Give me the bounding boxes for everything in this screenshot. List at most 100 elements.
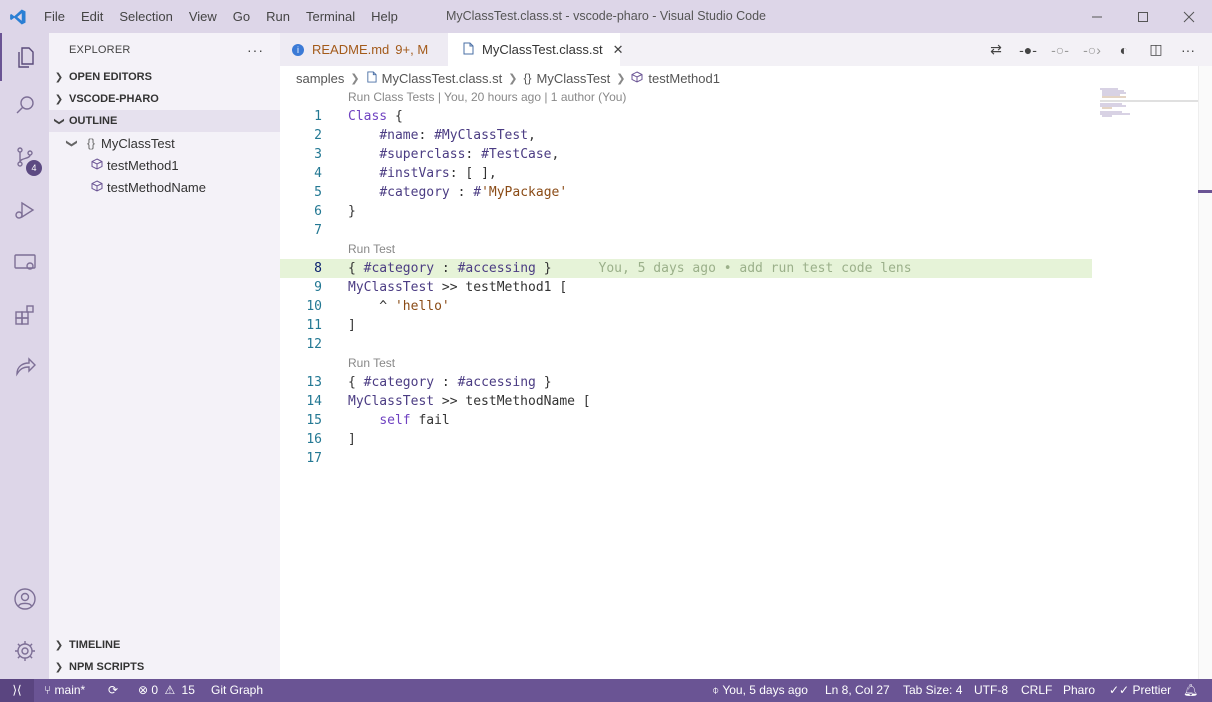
section-label: OUTLINE [69,115,118,127]
maximize-button[interactable] [1120,0,1166,33]
method-cube-icon [631,70,643,86]
live-share-icon[interactable] [0,342,49,390]
tab-readme[interactable]: i README.md 9+, M [280,33,448,66]
code-line: 13{ #category : #accessing } [306,375,552,390]
remote-explorer-icon[interactable] [0,239,49,287]
menu-terminal[interactable]: Terminal [298,0,363,33]
breadcrumb-method[interactable]: testMethod1 [648,71,720,86]
code-line: 16] [306,432,356,447]
method-cube-icon [87,157,107,173]
breadcrumb-class[interactable]: MyClassTest [537,71,611,86]
section-npm-scripts[interactable]: ❯ NPM SCRIPTS [49,656,280,678]
source-control-icon[interactable]: 4 [0,133,49,181]
accounts-icon[interactable] [0,575,49,623]
blame-indicator[interactable]: ⌽ You, 5 days ago [712,679,808,702]
vscode-logo-icon [0,0,36,33]
code-line: 10 ^ 'hello' [306,299,450,314]
section-label: VSCODE-PHARO [69,93,159,105]
tab-label: README.md [312,42,390,57]
git-graph-button[interactable]: Git Graph [211,679,263,702]
scm-badge: 4 [26,160,42,176]
minimap[interactable] [1100,88,1198,128]
chevron-right-icon: ❯ [350,72,360,85]
menu-selection[interactable]: Selection [111,0,180,33]
outline-item-class[interactable]: ❯ {} MyClassTest [49,132,280,154]
chevron-right-icon: ❯ [54,639,64,651]
menu-go[interactable]: Go [225,0,258,33]
chevron-down-icon: ❯ [65,138,78,148]
codelens-run-test[interactable]: Run Test [348,356,395,370]
prettier-indicator[interactable]: ✓✓ Prettier [1109,679,1171,702]
code-line: 12 [306,337,322,352]
warning-count: 15 [181,683,195,697]
language-mode[interactable]: Pharo [1063,679,1095,702]
section-outline[interactable]: ❯ OUTLINE [49,110,280,132]
menu-bar: File Edit Selection View Go Run Terminal… [36,0,406,33]
section-project[interactable]: ❯ VSCODE-PHARO [49,88,280,110]
editor-actions: ⇄ -●- -○- -○› ◐ ◫ ··· [980,33,1212,66]
method-cube-icon [87,179,107,195]
settings-gear-icon[interactable] [0,627,49,675]
codelens-class[interactable]: Run Class Tests | You, 20 hours ago | 1 … [348,90,626,104]
problems-indicator[interactable]: ⊗ 0 ⚠ 15 [138,679,195,702]
chevron-right-icon: ❯ [616,72,626,85]
notifications-bell-icon[interactable]: 🔔︎ [1183,679,1198,702]
previous-change-icon[interactable]: -○- [1044,42,1076,58]
split-editor-icon[interactable]: ◫ [1140,41,1172,58]
section-timeline[interactable]: ❯ TIMELINE [49,634,280,656]
editor-area: i README.md 9+, M MyClassTest.class.st ✕… [280,33,1212,679]
chevron-right-icon: ❯ [54,93,64,105]
vertical-scrollbar[interactable] [1198,66,1212,679]
section-label: NPM SCRIPTS [69,661,145,673]
menu-view[interactable]: View [181,0,225,33]
remote-indicator[interactable]: ⟩⟨ [0,679,34,702]
menu-help[interactable]: Help [363,0,406,33]
code-line: 17 [306,451,322,466]
outline-label: MyClassTest [101,135,175,151]
breadcrumb-folder[interactable]: samples [296,71,344,86]
tab-label: MyClassTest.class.st [482,42,603,57]
run-debug-icon[interactable] [0,186,49,234]
more-actions-icon[interactable]: ··· [247,42,264,58]
close-tab-icon[interactable]: ✕ [613,42,624,58]
search-icon[interactable] [0,81,49,129]
error-count: 0 [151,683,159,697]
next-change-icon[interactable]: -○› [1076,42,1108,58]
menu-file[interactable]: File [36,0,73,33]
tab-size[interactable]: Tab Size: 4 [903,679,962,702]
git-branch-icon: ⑂ [44,683,52,697]
code-line: 2 #name: #MyClassTest, [314,128,536,143]
sync-icon[interactable]: ⟳ [108,679,118,702]
git-commit-icon[interactable]: -●- [1012,42,1044,58]
outline-label: testMethodName [107,179,206,195]
branch-indicator[interactable]: ⑂ main* [44,679,85,702]
menu-run[interactable]: Run [258,0,298,33]
minimize-button[interactable] [1074,0,1120,33]
outline-item-method[interactable]: testMethodName [49,176,280,198]
code-line: 6} [314,204,356,219]
explorer-icon[interactable] [0,33,49,81]
remote-icon: ⟩⟨ [12,683,22,697]
tab-myclasstest[interactable]: MyClassTest.class.st ✕ [448,33,624,66]
menu-edit[interactable]: Edit [73,0,111,33]
outline-item-method[interactable]: testMethod1 [49,154,280,176]
braces-icon: {} [86,136,95,150]
codelens-run-test[interactable]: Run Test [348,242,395,256]
open-changes-icon[interactable]: ⇄ [980,41,1012,58]
breadcrumb-file[interactable]: MyClassTest.class.st [382,71,503,86]
code-line: 3 #superclass: #TestCase, [314,147,560,162]
code-line: 14 MyClassTest >> testMethodName [ [306,394,591,409]
cursor-position[interactable]: Ln 8, Col 27 [825,679,890,702]
section-open-editors[interactable]: ❯ OPEN EDITORS [49,66,280,88]
timeline-icon[interactable]: ◐ [1108,42,1140,58]
tab-status: 9+, M [395,42,429,57]
blame-label: You, 5 days ago [722,683,808,697]
info-icon: i [292,43,304,56]
extensions-icon[interactable] [0,291,49,339]
encoding[interactable]: UTF-8 [974,679,1008,702]
code-line: 7 [314,223,322,238]
code-line: 11] [306,318,356,333]
end-of-line[interactable]: CRLF [1021,679,1052,702]
close-window-button[interactable] [1166,0,1212,33]
more-actions-icon[interactable]: ··· [1172,42,1204,58]
